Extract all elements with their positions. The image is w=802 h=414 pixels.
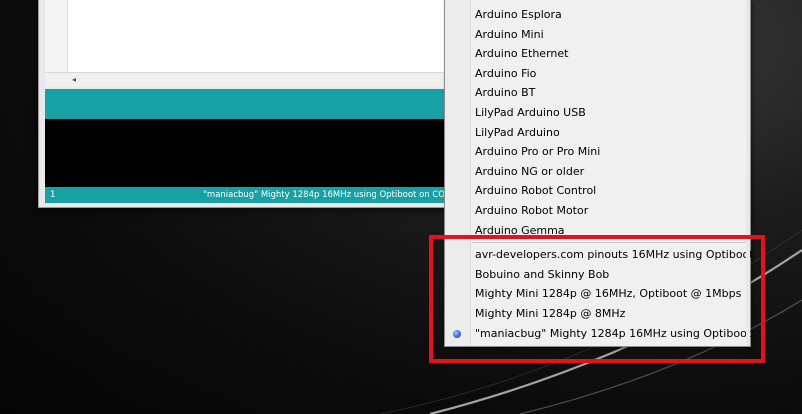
- menu-item-arduino-robot-motor[interactable]: Arduino Robot Motor: [445, 201, 750, 221]
- highlight-box: [429, 235, 765, 363]
- scroll-left-arrow-icon[interactable]: ◂: [67, 73, 81, 87]
- console-output: [45, 119, 451, 187]
- horizontal-scrollbar[interactable]: ◂: [45, 72, 451, 87]
- status-board-name: "maniacbug" Mighty 1284p 16MHz using Opt…: [203, 190, 445, 200]
- menu-item-arduino-mini[interactable]: Arduino Mini: [445, 25, 750, 45]
- status-bar: 1 "maniacbug" Mighty 1284p 16MHz using O…: [45, 187, 451, 203]
- menu-item-arduino-robot-control[interactable]: Arduino Robot Control: [445, 181, 750, 201]
- menu-item-arduino-ng[interactable]: Arduino NG or older: [445, 162, 750, 182]
- code-editor[interactable]: [45, 0, 452, 72]
- message-area: [45, 89, 451, 119]
- line-number-gutter: [45, 0, 68, 72]
- menu-item-lilypad-arduino-usb[interactable]: LilyPad Arduino USB: [445, 103, 750, 123]
- menu-item-lilypad-arduino[interactable]: LilyPad Arduino: [445, 123, 750, 143]
- menu-item-arduino-ethernet[interactable]: Arduino Ethernet: [445, 44, 750, 64]
- menu-item-arduino-esplora[interactable]: Arduino Esplora: [445, 5, 750, 25]
- arduino-ide-window: ◂ 1 "maniacbug" Mighty 1284p 16MHz using…: [38, 0, 460, 208]
- menu-item-arduino-fio[interactable]: Arduino Fio: [445, 64, 750, 84]
- menu-item-arduino-bt[interactable]: Arduino BT: [445, 83, 750, 103]
- status-line-number: 1: [50, 190, 56, 200]
- menu-item-arduino-pro-mini[interactable]: Arduino Pro or Pro Mini: [445, 142, 750, 162]
